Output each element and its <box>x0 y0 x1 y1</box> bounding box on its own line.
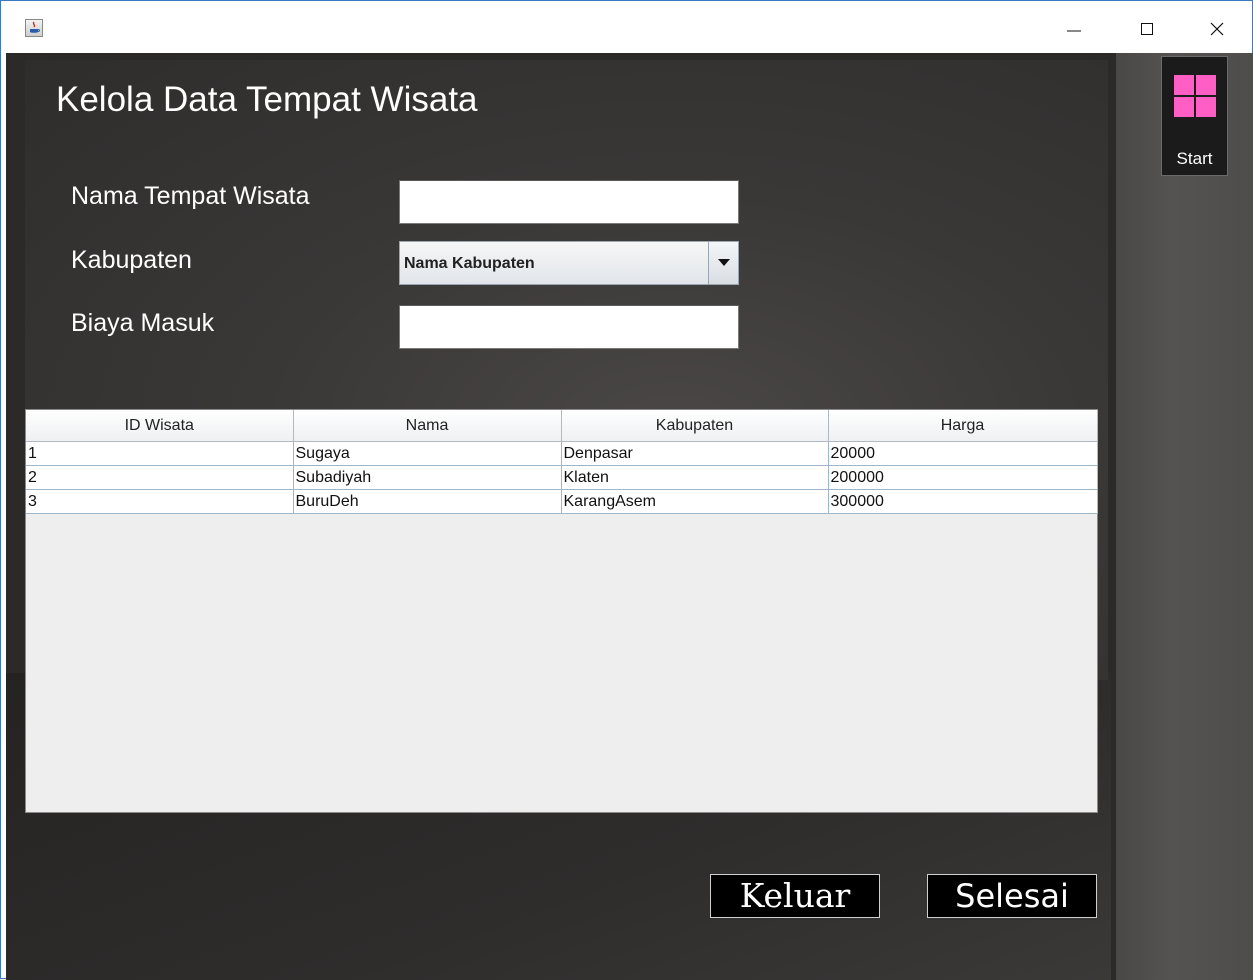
cell-id-wisata[interactable]: 3 <box>26 489 294 514</box>
column-header-kabupaten[interactable]: Kabupaten <box>561 410 829 442</box>
title-bar <box>1 1 1252 53</box>
table-row[interactable]: 1 Sugaya Denpasar 20000 <box>26 441 1098 466</box>
cell-kabupaten[interactable]: Denpasar <box>561 441 829 466</box>
cell-id-wisata[interactable]: 1 <box>26 441 294 466</box>
table-row[interactable]: 2 Subadiyah Klaten 200000 <box>26 465 1098 490</box>
close-button[interactable] <box>1194 9 1240 49</box>
sidebar: Start <box>1116 53 1253 980</box>
table-row[interactable]: 3 BuruDeh KarangAsem 300000 <box>26 489 1098 514</box>
column-header-id-wisata[interactable]: ID Wisata <box>26 410 294 442</box>
maximize-icon <box>1141 23 1153 35</box>
windows-logo-icon <box>1174 75 1216 117</box>
biaya-masuk-label: Biaya Masuk <box>71 309 215 337</box>
cell-kabupaten[interactable]: KarangAsem <box>561 489 829 514</box>
nama-tempat-wisata-label: Nama Tempat Wisata <box>71 182 310 210</box>
start-label: Start <box>1176 149 1213 168</box>
nama-tempat-wisata-input[interactable] <box>399 180 739 224</box>
column-header-nama[interactable]: Nama <box>293 410 562 442</box>
dropdown-arrow-button[interactable] <box>708 242 738 284</box>
content-area: Kelola Data Tempat Wisata Nama Tempat Wi… <box>6 53 1253 980</box>
kabupaten-dropdown[interactable]: Nama Kabupaten <box>399 241 739 285</box>
table-header-row: ID Wisata Nama Kabupaten Harga <box>26 410 1098 442</box>
column-header-harga[interactable]: Harga <box>828 410 1098 442</box>
minimize-icon <box>1067 30 1081 32</box>
cell-kabupaten[interactable]: Klaten <box>561 465 829 490</box>
data-grid: ID Wisata Nama Kabupaten Harga 1 Sugaya … <box>26 410 1098 514</box>
cell-id-wisata[interactable]: 2 <box>26 465 294 490</box>
chevron-down-icon <box>717 259 730 266</box>
minimize-button[interactable] <box>1051 9 1097 49</box>
kabupaten-label: Kabupaten <box>71 246 192 274</box>
cell-harga[interactable]: 20000 <box>828 441 1098 466</box>
kabupaten-selected-value: Nama Kabupaten <box>404 255 535 272</box>
cell-nama[interactable]: Subadiyah <box>293 465 562 490</box>
wisata-table[interactable]: ID Wisata Nama Kabupaten Harga 1 Sugaya … <box>25 409 1098 813</box>
selesai-button[interactable]: Selesai <box>927 874 1097 918</box>
biaya-masuk-input[interactable] <box>399 305 739 349</box>
cell-nama[interactable]: Sugaya <box>293 441 562 466</box>
app-window: Kelola Data Tempat Wisata Nama Tempat Wi… <box>0 0 1253 980</box>
cell-harga[interactable]: 300000 <box>828 489 1098 514</box>
close-icon <box>1210 22 1224 36</box>
cell-nama[interactable]: BuruDeh <box>293 489 562 514</box>
java-app-icon[interactable] <box>25 19 43 37</box>
maximize-button[interactable] <box>1124 9 1170 49</box>
page-title: Kelola Data Tempat Wisata <box>56 80 478 119</box>
keluar-button[interactable]: Keluar <box>710 874 880 918</box>
cell-harga[interactable]: 200000 <box>828 465 1098 490</box>
start-tile[interactable]: Start <box>1161 56 1228 176</box>
